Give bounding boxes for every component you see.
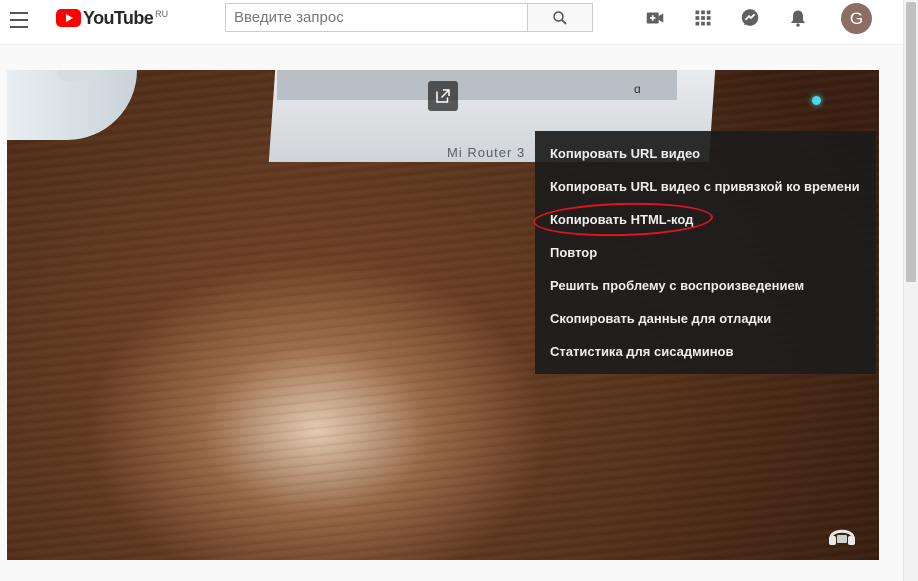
router-box-top bbox=[277, 70, 677, 100]
router-box-mark: ɑ bbox=[634, 82, 641, 96]
menu-item-copy-url[interactable]: Копировать URL видео bbox=[535, 137, 876, 170]
search-input[interactable] bbox=[226, 4, 531, 31]
menu-item-loop[interactable]: Повтор bbox=[535, 236, 876, 269]
player-context-menu: Копировать URL видео Копировать URL виде… bbox=[535, 131, 876, 374]
logo-region: RU bbox=[155, 9, 169, 19]
hamburger-menu-icon[interactable] bbox=[10, 12, 30, 28]
menu-item-stats-for-nerds[interactable]: Статистика для сисадминов bbox=[535, 335, 876, 368]
logo-text: YouTube bbox=[83, 8, 154, 28]
youtube-logo[interactable]: YouTube RU bbox=[56, 9, 168, 29]
scrollbar-thumb[interactable] bbox=[906, 2, 916, 282]
notifications-bell-icon[interactable] bbox=[786, 6, 810, 30]
search-box bbox=[225, 3, 593, 32]
messages-icon[interactable] bbox=[738, 6, 762, 30]
page-scrollbar[interactable] bbox=[903, 0, 918, 581]
menu-item-troubleshoot[interactable]: Решить проблему с воспроизведением bbox=[535, 269, 876, 302]
menu-item-copy-url-at-time[interactable]: Копировать URL видео с привязкой ко врем… bbox=[535, 170, 876, 203]
create-video-icon[interactable] bbox=[643, 6, 667, 30]
search-icon bbox=[553, 10, 567, 25]
apps-grid-icon[interactable] bbox=[691, 6, 715, 30]
account-avatar[interactable]: G bbox=[841, 3, 872, 34]
open-external-icon[interactable] bbox=[428, 81, 458, 111]
search-button[interactable] bbox=[527, 4, 592, 31]
device-led bbox=[812, 96, 821, 105]
menu-item-copy-debug-info[interactable]: Скопировать данные для отладки bbox=[535, 302, 876, 335]
channel-watermark-icon[interactable] bbox=[827, 522, 857, 548]
youtube-play-icon bbox=[56, 9, 81, 27]
masthead: YouTube RU G bbox=[0, 0, 918, 45]
router-box-label: Mi Router 3 bbox=[447, 145, 526, 160]
lamp-head-shape bbox=[57, 70, 97, 82]
